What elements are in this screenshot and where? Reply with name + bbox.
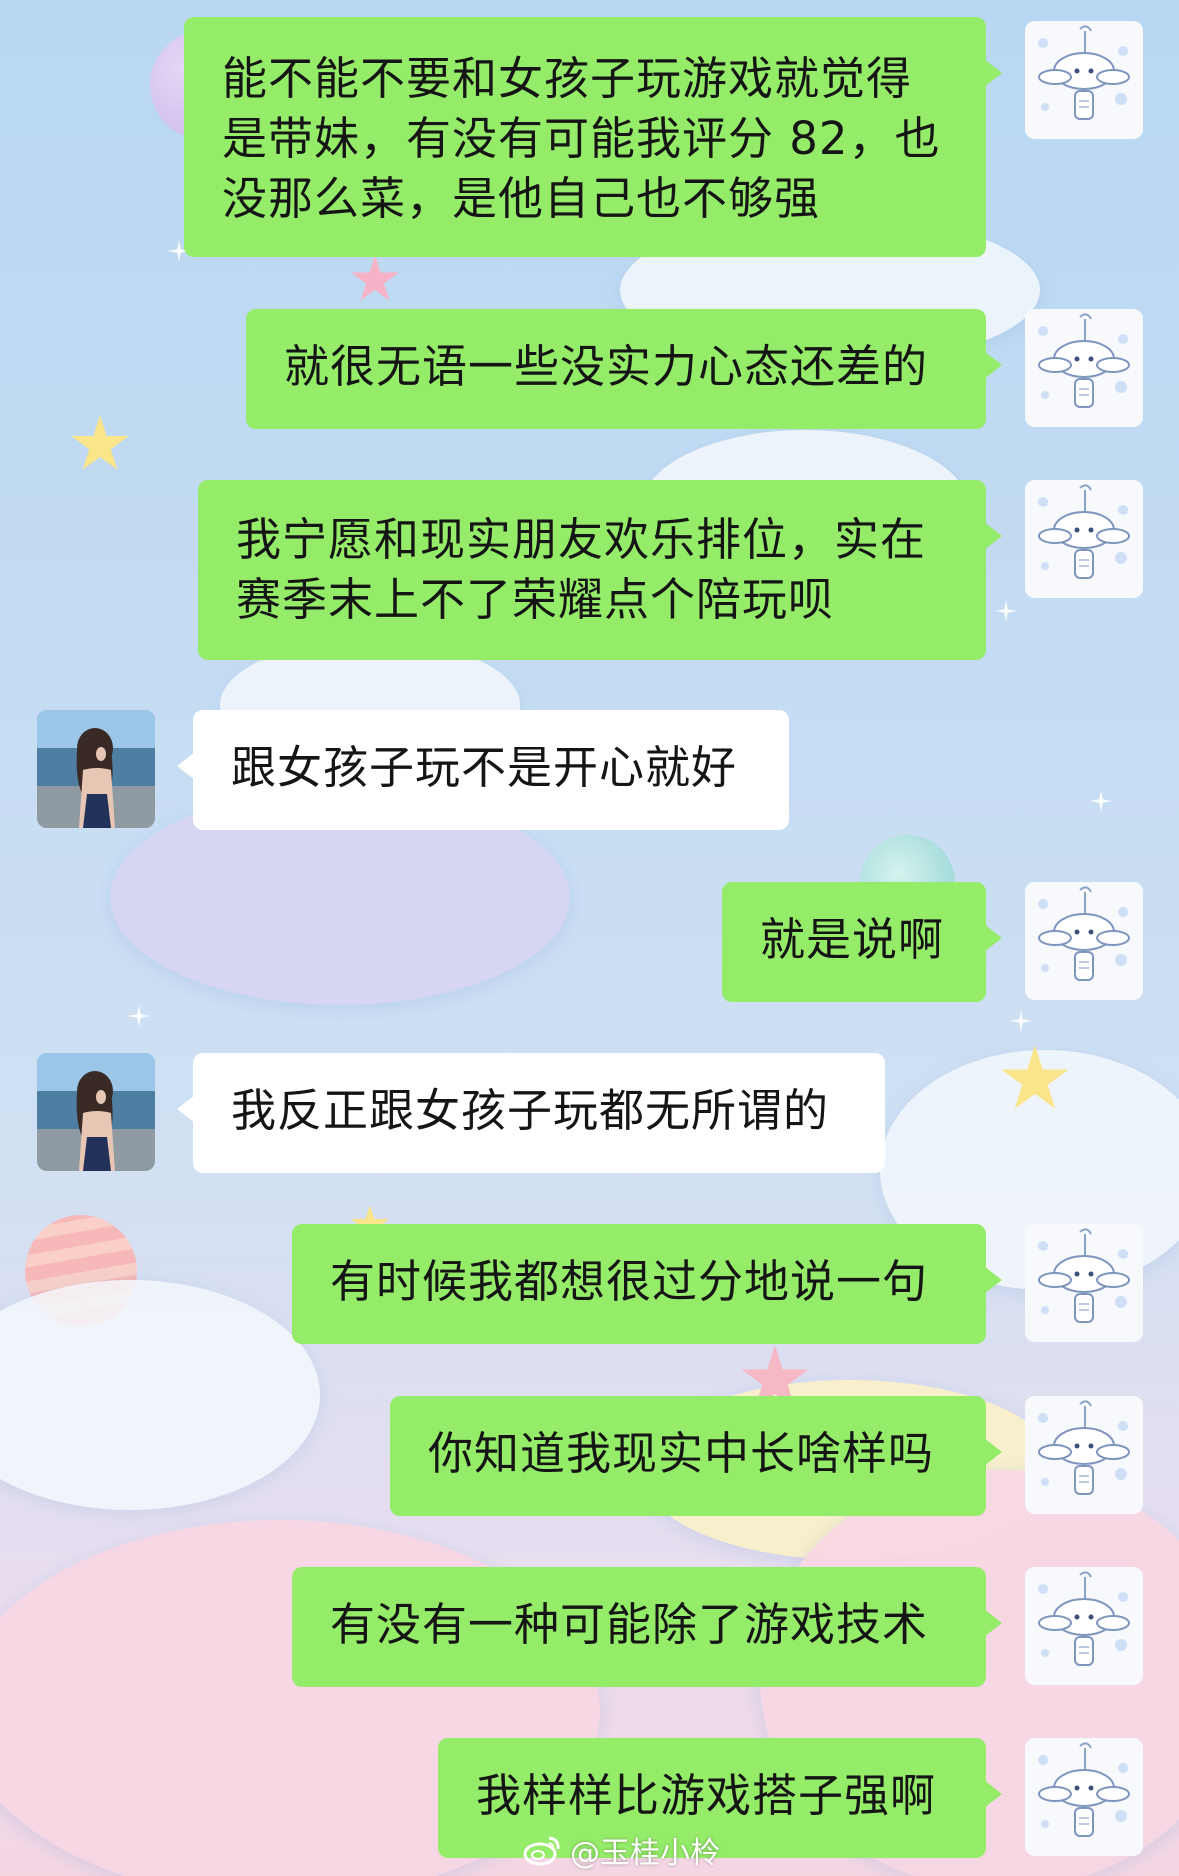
weibo-logo-icon: [523, 1836, 560, 1866]
contact-avatar[interactable]: [37, 1053, 155, 1171]
cinnamoroll-dog-icon: [1025, 1396, 1143, 1514]
self-avatar[interactable]: [1025, 21, 1143, 139]
cinnamoroll-dog-icon: [1025, 1738, 1143, 1856]
message-bubble-self[interactable]: 能不能不要和女孩子玩游戏就觉得 是带妹，有没有可能我评分 82，也 没那么菜，是…: [184, 17, 1002, 257]
self-avatar[interactable]: [1025, 480, 1143, 598]
self-avatar[interactable]: [1025, 1396, 1143, 1514]
self-avatar[interactable]: [1025, 309, 1143, 427]
message-bubble-self[interactable]: 我宁愿和现实朋友欢乐排位，实在 赛季末上不了荣耀点个陪玩呗: [198, 480, 1002, 660]
message-bubble-self[interactable]: 你知道我现实中长啥样吗: [390, 1396, 1002, 1516]
message-bubble-self[interactable]: 就是说啊: [722, 882, 1002, 1002]
cinnamoroll-dog-icon: [1025, 480, 1143, 598]
watermark-text: @玉桂小柃: [570, 1836, 720, 1871]
cinnamoroll-dog-icon: [1025, 309, 1143, 427]
cinnamoroll-dog-icon: [1025, 1567, 1143, 1685]
self-avatar[interactable]: [1025, 882, 1143, 1000]
weibo-watermark: @玉桂小柃: [522, 1830, 720, 1871]
chat-message-list[interactable]: 能不能不要和女孩子玩游戏就觉得 是带妹，有没有可能我评分 82，也 没那么菜，是…: [0, 0, 1179, 1876]
girl-at-sea-photo: [37, 710, 155, 828]
cinnamoroll-dog-icon: [1025, 1224, 1143, 1342]
message-bubble-other[interactable]: 我反正跟女孩子玩都无所谓的: [177, 1053, 885, 1173]
contact-avatar[interactable]: [37, 710, 155, 828]
message-bubble-self[interactable]: 有没有一种可能除了游戏技术: [292, 1567, 1002, 1687]
self-avatar[interactable]: [1025, 1224, 1143, 1342]
self-avatar[interactable]: [1025, 1567, 1143, 1685]
cinnamoroll-dog-icon: [1025, 882, 1143, 1000]
message-bubble-self[interactable]: 有时候我都想很过分地说一句: [292, 1224, 1002, 1344]
self-avatar[interactable]: [1025, 1738, 1143, 1856]
message-bubble-self[interactable]: 就很无语一些没实力心态还差的: [246, 309, 1002, 429]
message-bubble-other[interactable]: 跟女孩子玩不是开心就好: [177, 710, 789, 830]
cinnamoroll-dog-icon: [1025, 21, 1143, 139]
girl-at-sea-photo: [37, 1053, 155, 1171]
